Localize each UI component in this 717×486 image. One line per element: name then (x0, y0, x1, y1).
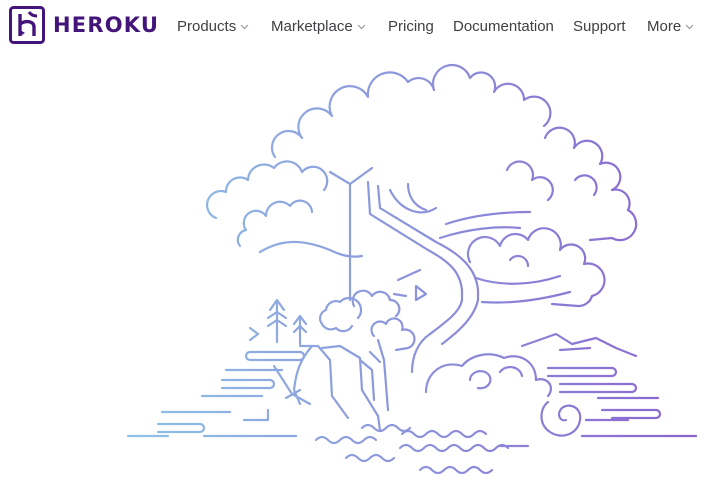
nav-more[interactable]: More (647, 15, 694, 37)
canopy-cloud-top (270, 63, 638, 242)
small-shrub (319, 289, 416, 412)
hero-illustration (126, 63, 698, 475)
right-cloud (466, 227, 606, 308)
nav-pricing-label: Pricing (388, 17, 434, 35)
chevron-down-icon (240, 24, 249, 30)
nav-marketplace-label: Marketplace (271, 17, 353, 35)
nav-support[interactable]: Support (573, 15, 626, 37)
nav-documentation[interactable]: Documentation (453, 15, 554, 37)
nav-support-label: Support (573, 17, 626, 35)
wind-lines-right (546, 366, 662, 420)
chevron-down-icon (357, 24, 366, 30)
top-navigation: HEROKU Products Marketplace Pricing Docu… (0, 0, 717, 50)
heroku-logo[interactable]: HEROKU (9, 6, 159, 44)
nav-pricing[interactable]: Pricing (388, 15, 434, 37)
nav-more-label: More (647, 17, 682, 35)
mountains (520, 332, 638, 358)
left-cloud (205, 160, 364, 258)
cliffs (272, 344, 382, 432)
heroku-logo-icon (9, 6, 45, 44)
nav-marketplace[interactable]: Marketplace (271, 15, 366, 37)
nav-products[interactable]: Products (177, 15, 249, 37)
brand-name: HEROKU (53, 13, 160, 37)
water-waves (314, 423, 530, 475)
chevron-down-icon (685, 24, 694, 30)
wave-swirls (424, 353, 698, 438)
nav-products-label: Products (177, 17, 237, 35)
wind-lines-left (126, 350, 306, 438)
tree-trunk (328, 166, 572, 374)
nav-documentation-label: Documentation (453, 17, 554, 35)
pine-trees (248, 298, 308, 346)
